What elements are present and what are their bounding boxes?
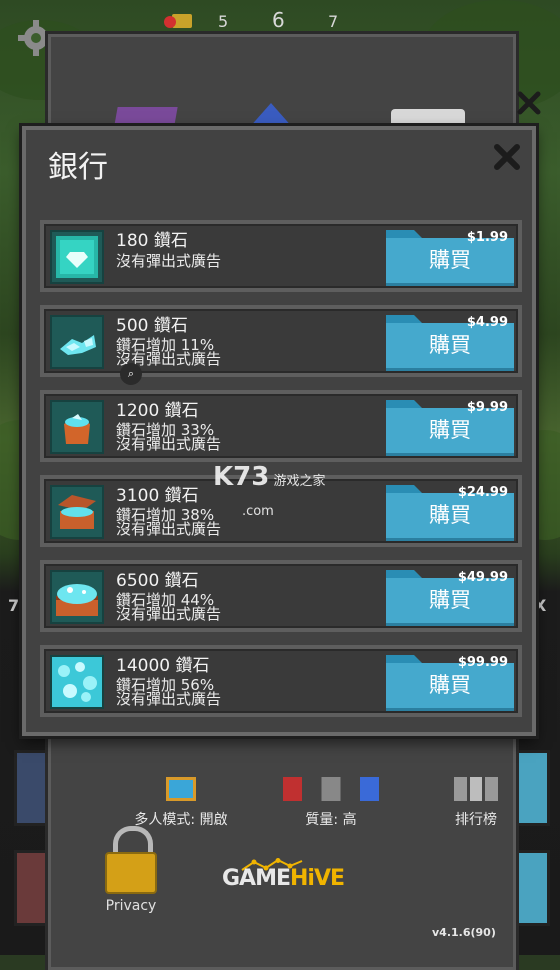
diamond-pack-row: 6500 鑽石 鑽石增加 44% 沒有彈出式廣告 $49.99 購買 — [40, 560, 522, 632]
gamehive-logo: GAMEHiVE — [222, 866, 345, 891]
diamond-amount: 180 鑽石 — [116, 231, 188, 251]
buy-label: 購買 — [429, 418, 471, 442]
diamond-pack-row: 14000 鑽石 鑽石增加 56% 沒有彈出式廣告 $99.99 購買 — [40, 645, 522, 717]
stage-number: 7 — [328, 12, 339, 31]
leaderboard-icon — [454, 777, 498, 801]
diamond-pack-row: 180 鑽石 沒有彈出式廣告 $1.99 購買 — [40, 220, 522, 292]
search-icon: ⌕ — [120, 363, 142, 385]
buy-label: 購買 — [429, 588, 471, 612]
watermark: K73 游戏之家 .com — [213, 462, 326, 519]
gem-bag-icon — [50, 400, 104, 454]
no-ads-text: 沒有彈出式廣告 — [116, 252, 222, 270]
diamond-amount: 1200 鑽石 — [116, 401, 199, 421]
leaderboard-label: 排行榜 — [455, 812, 497, 828]
gem-chest-icon — [50, 485, 104, 539]
diamond-pack-row: 1200 鑽石 鑽石增加 33% 沒有彈出式廣告 $9.99 購買 — [40, 390, 522, 462]
buy-label: 購買 — [429, 333, 471, 357]
buy-button[interactable]: $1.99 購買 — [386, 230, 514, 286]
price-label: $9.99 — [466, 400, 508, 415]
buy-button[interactable]: $9.99 購買 — [386, 400, 514, 456]
buy-label: 購買 — [429, 503, 471, 527]
price-label: $4.99 — [466, 315, 508, 330]
price-label: $49.99 — [457, 570, 508, 585]
buy-button[interactable]: $24.99 購買 — [386, 485, 514, 541]
leaderboard-button[interactable]: 排行榜 — [421, 777, 531, 829]
diamond-amount: 500 鑽石 — [116, 316, 188, 336]
price-label: $99.99 — [457, 655, 508, 670]
diamond-pack-row: 500 鑽石 鑽石增加 11% 沒有彈出式廣告 $4.99 購買 — [40, 305, 522, 377]
diamond-amount: 6500 鑽石 — [116, 571, 199, 591]
privacy-button[interactable]: Privacy — [96, 826, 166, 914]
bank-dialog: 銀行 180 鑽石 沒有彈出式廣告 $1.99 購買 500 鑽石 鑽石增加 1… — [22, 126, 536, 736]
no-ads-text: 沒有彈出式廣告 — [116, 605, 222, 623]
stage-number: 6 — [272, 8, 285, 32]
close-icon[interactable] — [492, 142, 522, 172]
price-label: $24.99 — [457, 485, 508, 500]
background-edge-text: 7 — [8, 596, 20, 615]
gem-chest-full-icon — [50, 570, 104, 624]
buy-button[interactable]: $99.99 購買 — [386, 655, 514, 711]
stage-number: 5 — [218, 12, 229, 31]
gem-handful-icon — [50, 315, 104, 369]
buy-label: 購買 — [429, 673, 471, 697]
quality-label: 質量: 高 — [305, 812, 357, 828]
background-hero-card — [510, 850, 550, 926]
price-label: $1.99 — [466, 230, 508, 245]
close-icon[interactable] — [515, 89, 543, 117]
multiplayer-toggle[interactable]: 多人模式: 開啟 — [111, 777, 251, 829]
no-ads-text: 沒有彈出式廣告 — [116, 520, 222, 538]
multiplayer-icon — [166, 777, 196, 801]
buy-button[interactable]: $4.99 購買 — [386, 315, 514, 371]
diamond-amount: 14000 鑽石 — [116, 656, 210, 676]
single-gem-icon — [50, 230, 104, 284]
buy-label: 購買 — [429, 248, 471, 272]
lock-icon — [105, 826, 157, 894]
quality-icon — [283, 777, 379, 801]
no-ads-text: 沒有彈出式廣告 — [116, 435, 222, 453]
quality-toggle[interactable]: 質量: 高 — [271, 777, 391, 829]
diamond-amount: 3100 鑽石 — [116, 486, 199, 506]
no-ads-text: 沒有彈出式廣告 — [116, 690, 222, 708]
version-text: v4.1.6(90) — [432, 926, 496, 939]
dialog-title: 銀行 — [48, 150, 108, 185]
privacy-label: Privacy — [105, 898, 157, 914]
buy-button[interactable]: $49.99 購買 — [386, 570, 514, 626]
gem-pile-icon — [50, 655, 104, 709]
